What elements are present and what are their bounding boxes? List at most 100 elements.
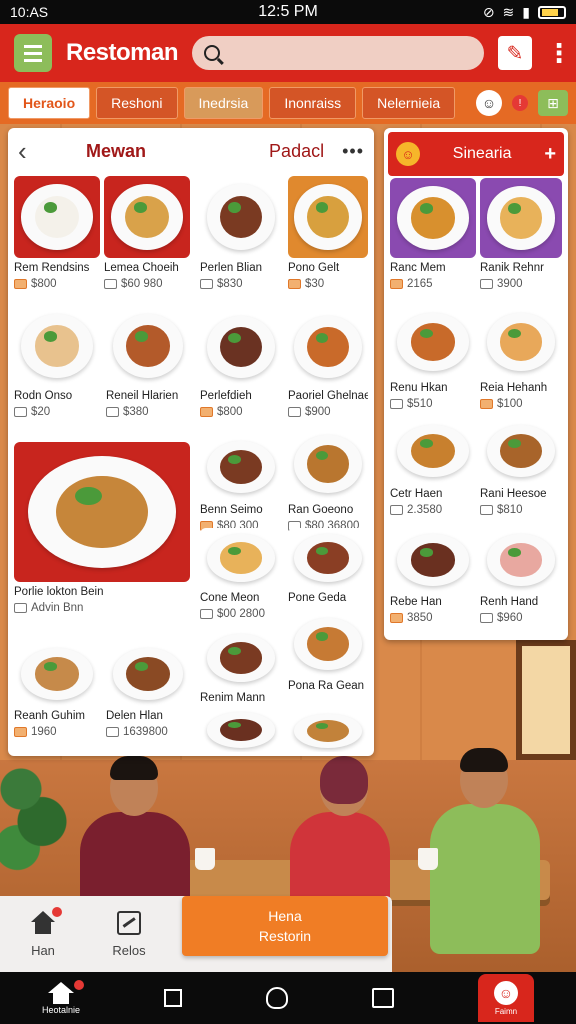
brand-app-button[interactable]: ☺ Faimn [477,974,534,1022]
cart-icon[interactable]: ⊞ [538,90,568,116]
more-options-button[interactable]: ⋮ [546,40,572,66]
price-tag-icon [200,407,213,417]
dish-name: Rani Heesoe [480,488,547,500]
search-icon [204,45,221,61]
dish-card[interactable]: Paoriel Ghelnaee $900 [288,308,368,418]
dish-card[interactable] [288,710,368,752]
diner-man-right [430,748,540,954]
dish-name: Perlen Blian [200,262,263,274]
dish-card[interactable]: Lemea Choeih $60 980 [104,176,190,290]
dish-name: Delen Hlan [106,710,163,722]
more-dots-icon[interactable]: ••• [342,141,364,162]
dish-price-value: $810 [497,504,523,516]
bag-icon[interactable] [371,988,394,1008]
dish-price-value: $00 2800 [217,608,265,620]
dish-card[interactable]: Ranik Rehnr 3900 [480,178,562,290]
dish-price: 1960 [14,726,100,738]
dish-name: Ranik Rehnr [480,262,544,274]
dish-card[interactable]: Renh Hand $960 [480,528,562,624]
dish-card[interactable]: Ran Goeono $80 36800 [288,428,368,532]
wall-picture [516,640,576,760]
tab-heraoio[interactable]: Heraoio [8,87,91,119]
dish-price-value: $60 980 [121,278,163,290]
nav-home-button[interactable]: Heotalnie [41,979,85,1015]
dish-price: $800 [200,406,282,418]
dish-image [200,708,282,752]
tab-reshoni[interactable]: Reshoni [96,87,178,119]
dish-price: $830 [200,278,282,290]
dish-price-value: $380 [123,406,149,418]
dish-card[interactable]: Perlen Blian $830 [200,176,282,290]
dish-image [14,442,190,582]
bottom-home[interactable]: Han [0,906,86,958]
pencil-icon: ✎ [506,42,524,65]
dish-card[interactable]: Pono Gelt $30 [288,176,368,290]
tab-nelernieia[interactable]: Nelernieia [362,87,456,119]
dish-card[interactable]: Rebe Han 3850 [390,528,476,624]
home-label: Han [31,942,55,958]
dish-card[interactable]: Ranc Mem 2165 [390,178,476,290]
dish-price: $810 [480,504,562,516]
status-bar: 10:AS 12:5 PM ⊘ ≋ ▮ [0,0,576,24]
dish-name: Rodn Onso [14,390,73,402]
add-icon[interactable]: + [544,143,556,166]
dish-price-value: $30 [305,278,325,290]
price-tag-icon [200,279,213,289]
dish-price-value: $830 [217,278,243,290]
hamburger-menu-button[interactable] [14,34,52,72]
dish-card[interactable]: Delen Hlan 1639800 [106,642,190,738]
side-logo-icon: ☺ [396,142,420,166]
menu-panel-action[interactable]: Padacl [269,141,324,162]
dish-card[interactable]: Rem Rendsins $800 [14,176,100,290]
side-grid: Ranc Mem 2165 Ranik Rehnr 3900 Renu Hkan $510… [390,178,562,640]
dish-price-value: $900 [305,406,331,418]
home-circle-icon[interactable] [265,987,288,1009]
menu-panel: ‹ Mewan Padacl ••• Rem Rendsins $800 Lemea… [8,128,374,756]
bottom-orders[interactable]: Relos [86,910,172,958]
dish-image [480,306,562,378]
recents-icon[interactable] [164,989,182,1007]
dish-image [390,306,476,378]
app-title: Restoman [66,39,179,66]
menu-panel-title: Mewan [86,140,147,161]
price-tag-icon [106,727,119,737]
dish-image [104,176,190,258]
menu-panel-header: ‹ Mewan Padacl ••• [8,128,374,174]
side-panel-header: ☺ Sinearia + [388,132,564,176]
dish-card[interactable]: Cone Meon $00 2800 [200,528,282,620]
back-arrow-icon[interactable]: ‹ [18,136,48,167]
dish-card[interactable]: Perlefdieh $800 [200,308,282,418]
tab-inedrsia[interactable]: Inedrsia [183,87,264,119]
price-tag-icon [480,613,493,623]
dish-card[interactable]: Renu Hkan $510 [390,306,476,410]
dish-card[interactable] [200,708,282,752]
dish-card[interactable]: Rodn Onso $20 [14,306,100,418]
dish-card[interactable]: Renim Mann [200,628,282,704]
dish-image [480,528,562,592]
dish-card[interactable]: Rani Heesoe $810 [480,418,562,516]
dish-card[interactable]: Benn Seimo $80 300 [200,434,282,532]
dish-card[interactable]: Reneil Hlarien $380 [106,306,190,418]
app-bar: Restoman ✎ ⋮ [0,24,576,82]
search-input[interactable] [228,45,484,61]
dish-card[interactable]: Porlie lokton Bein Advin Bnn [14,442,190,614]
search-bar[interactable] [192,36,484,70]
dish-price: $900 [288,406,368,418]
notification-badge[interactable]: ! [512,95,528,111]
chef-icon[interactable]: ☺ [476,90,502,116]
dish-name: Lemea Choeih [104,262,179,274]
tab-inonraiss[interactable]: Inonraiss [269,87,357,119]
dish-image [288,428,368,500]
dish-card[interactable]: Pone Geda [288,528,368,604]
dish-name: Renh Hand [480,596,539,608]
dish-card[interactable]: Cetr Haen 2.3580 [390,418,476,516]
dish-card[interactable]: Reia Hehanh $100 [480,306,562,410]
menu-restaurant-button[interactable]: Hena Restorin [182,896,388,956]
dish-price: $800 [14,278,100,290]
dish-card[interactable]: Pona Ra Gean [288,612,368,692]
nav-home-label: Heotalnie [41,1004,81,1015]
plant [0,750,70,880]
edit-button[interactable]: ✎ [498,36,532,70]
dish-card[interactable]: Reanh Guhim 1960 [14,642,100,738]
dish-name: Renim Mann [200,692,266,704]
